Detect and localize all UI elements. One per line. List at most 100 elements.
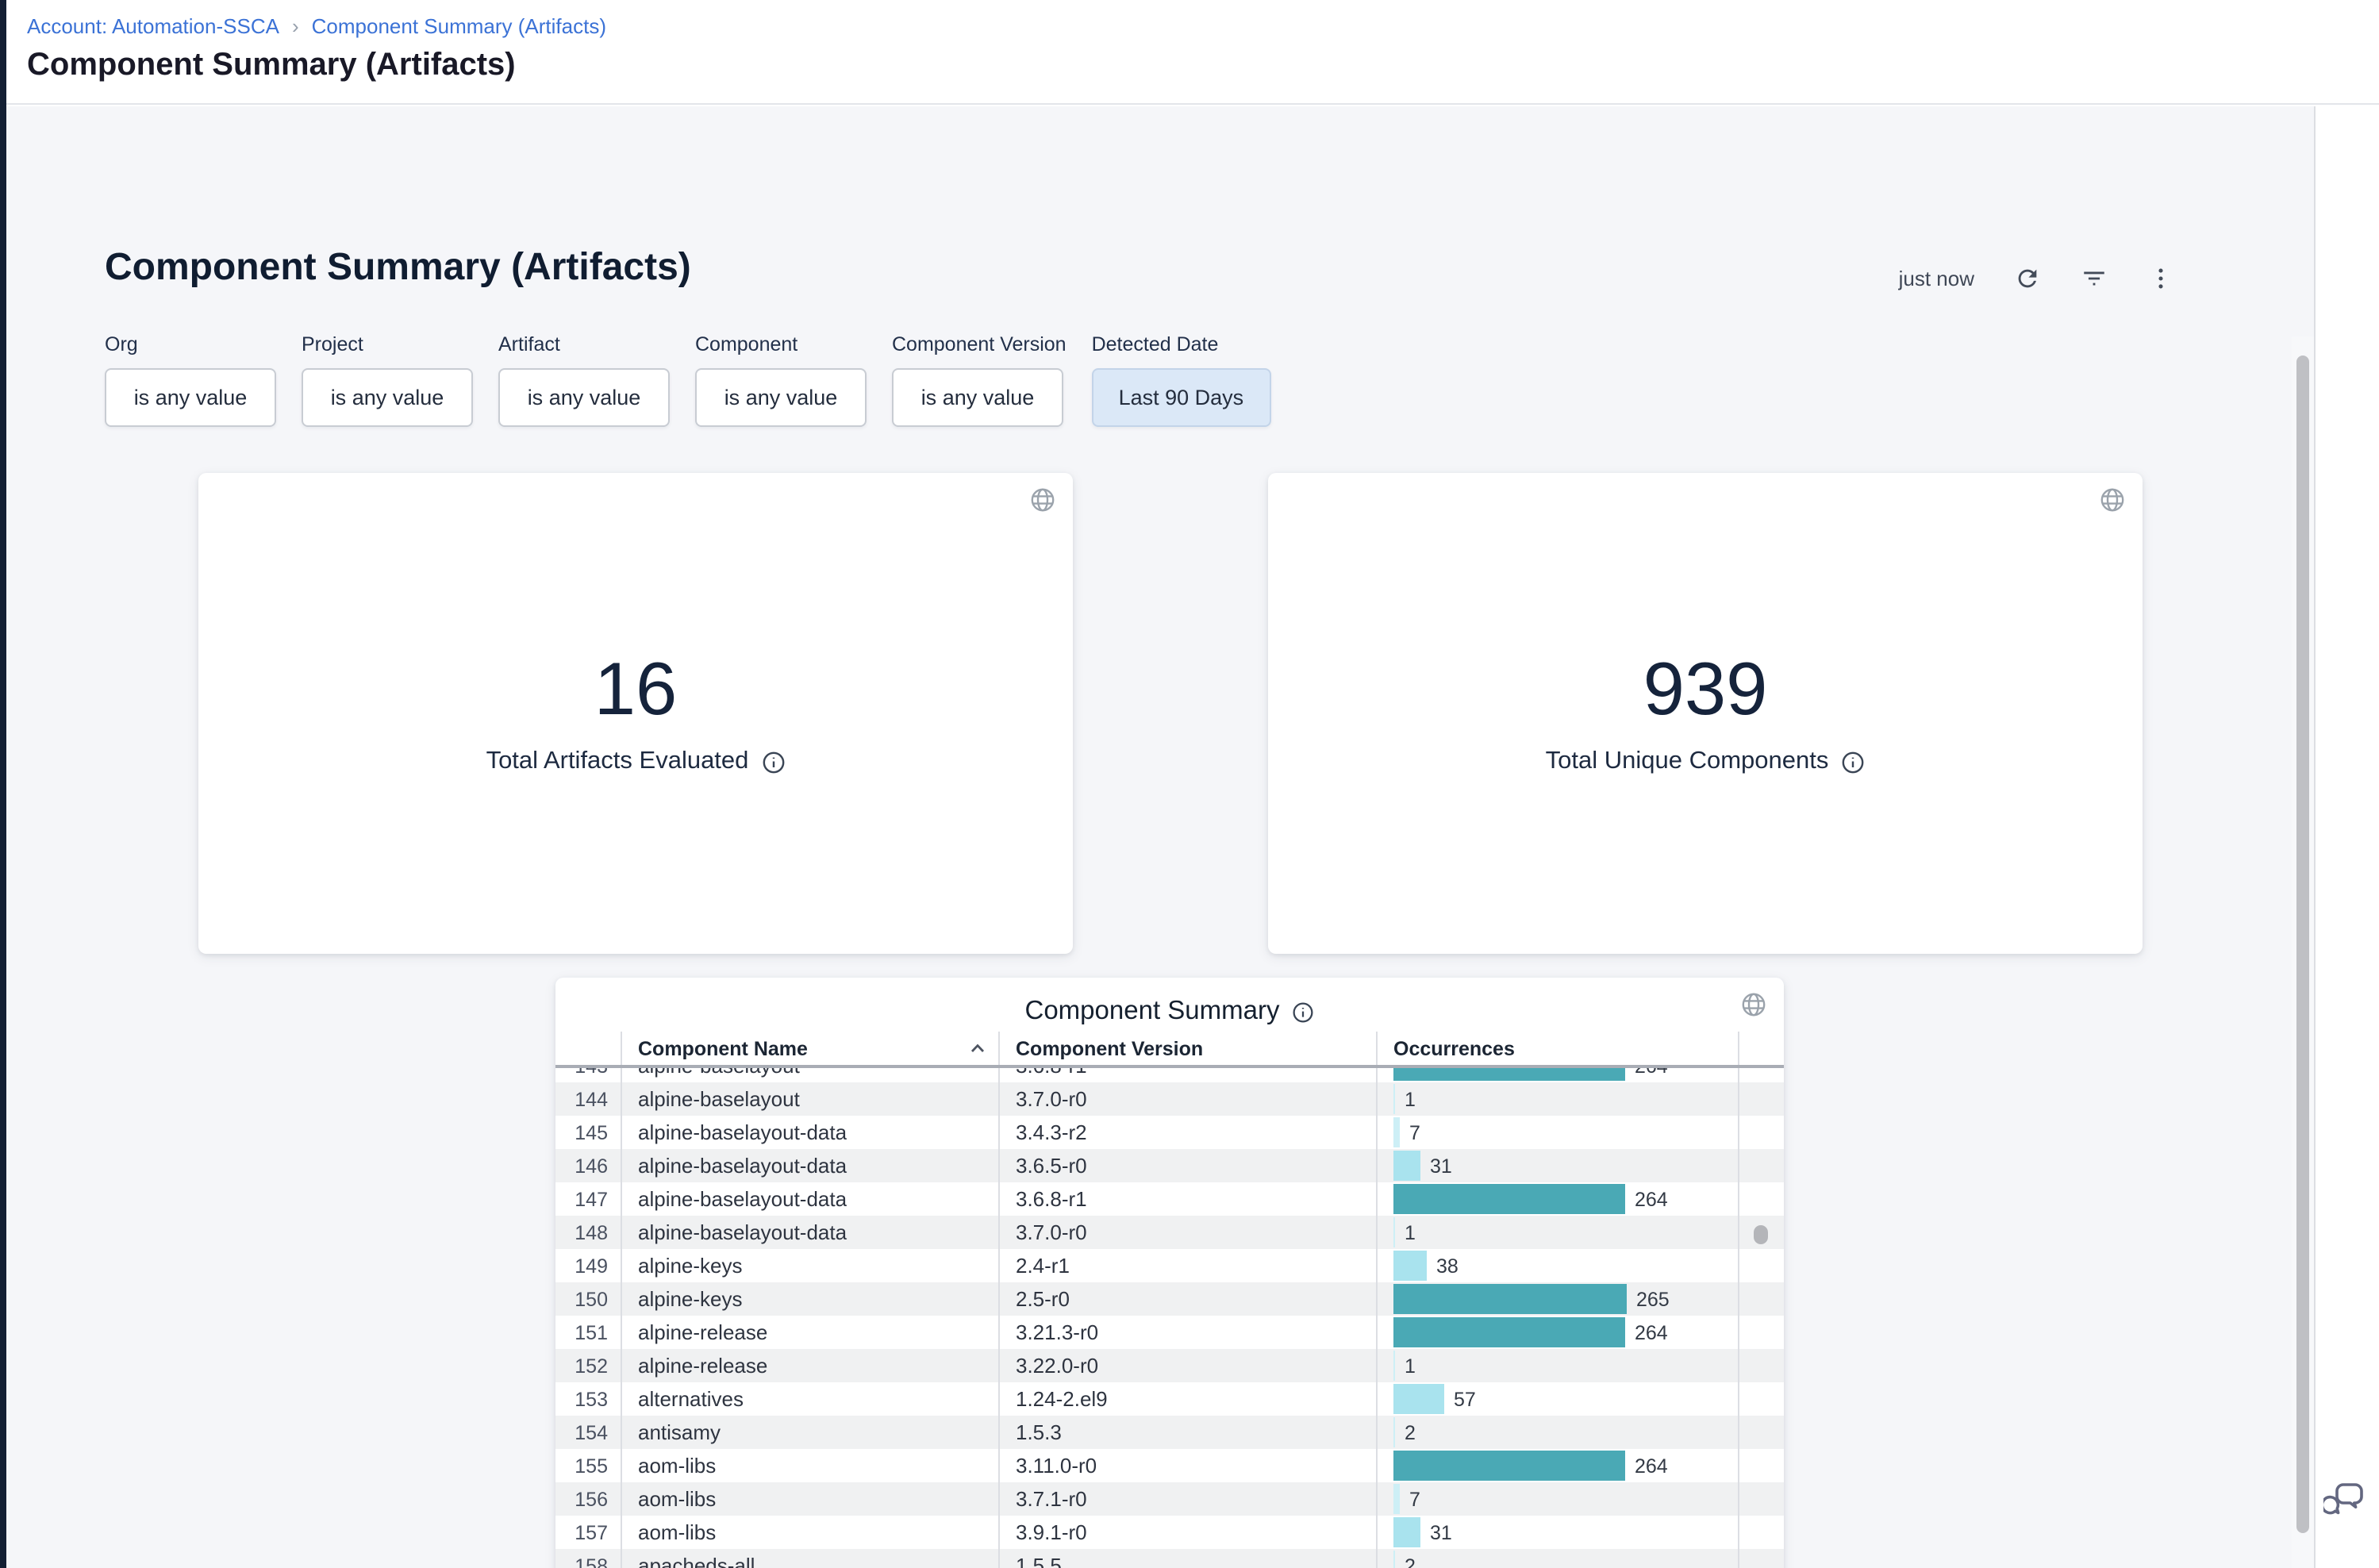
column-header-label: Occurrences (1393, 1037, 1515, 1059)
page-scrollbar-thumb[interactable] (2296, 355, 2309, 1533)
occurrences-cell: 7 (1378, 1482, 1739, 1516)
filter-artifact-button[interactable]: is any value (498, 368, 670, 427)
info-icon[interactable] (1292, 1001, 1314, 1023)
table-row: 143 alpine-baselayout 3.6.8-r1 264 (555, 1068, 1784, 1082)
occurrences-cell: 7 (1378, 1116, 1739, 1149)
dashboard-controls: just now (1899, 263, 2174, 292)
filter-project-button[interactable]: is any value (302, 368, 473, 427)
component-name-cell: aom-libs (622, 1516, 1000, 1549)
total-unique-components-tile: 939 Total Unique Components (1268, 473, 2143, 954)
row-index: 155 (555, 1449, 622, 1482)
occurrence-bar (1393, 1417, 1395, 1447)
occurrence-bar (1393, 1284, 1627, 1314)
row-index: 146 (555, 1149, 622, 1182)
sort-ascending-icon (970, 1043, 986, 1054)
scroll-gutter-cell (1739, 1449, 1784, 1482)
filter-component: Component is any value (695, 333, 867, 427)
occurrence-value: 264 (1635, 1068, 1668, 1077)
component-version-cell: 3.6.8-r1 (1000, 1068, 1378, 1082)
breadcrumb-account-link[interactable]: Account: Automation-SSCA (27, 14, 279, 38)
filter-label: Component (695, 333, 867, 355)
table-row: 155 aom-libs 3.11.0-r0 264 (555, 1449, 1784, 1482)
component-name-cell: alpine-release (622, 1349, 1000, 1382)
table-scrollbar-thumb[interactable] (1754, 1225, 1768, 1244)
table-title: Component Summary (555, 997, 1784, 1027)
component-version-cell: 3.22.0-r0 (1000, 1349, 1378, 1382)
component-name-cell: alpine-baselayout-data (622, 1149, 1000, 1182)
component-name-cell: antisamy (622, 1416, 1000, 1449)
column-header-occurrences[interactable]: Occurrences (1378, 1032, 1739, 1065)
component-name-cell: alpine-keys (622, 1249, 1000, 1282)
info-icon[interactable] (1841, 750, 1865, 774)
table-rows: 143 alpine-baselayout 3.6.8-r1 264 144 a… (555, 1068, 1784, 1568)
globe-icon[interactable] (2100, 487, 2125, 521)
occurrence-bar (1393, 1351, 1395, 1381)
component-name-cell: aom-libs (622, 1449, 1000, 1482)
component-version-cell: 1.5.3 (1000, 1416, 1378, 1449)
row-index: 148 (555, 1216, 622, 1249)
filter-bar: Org is any value Project is any value Ar… (105, 333, 1270, 427)
occurrences-cell: 1 (1378, 1349, 1739, 1382)
occurrences-cell: 38 (1378, 1249, 1739, 1282)
filter-icon[interactable] (2079, 263, 2108, 292)
filter-component-version-button[interactable]: is any value (892, 368, 1063, 427)
component-version-cell: 2.5-r0 (1000, 1282, 1378, 1316)
filter-component-button[interactable]: is any value (695, 368, 867, 427)
occurrence-value: 1 (1405, 1088, 1416, 1110)
row-index: 153 (555, 1382, 622, 1416)
scroll-gutter-cell (1739, 1516, 1784, 1549)
occurrence-value: 31 (1430, 1521, 1452, 1543)
occurrence-value: 265 (1636, 1288, 1670, 1310)
scroll-gutter-header (1739, 1032, 1784, 1065)
scroll-gutter-cell (1739, 1249, 1784, 1282)
column-header-label: Component Name (638, 1037, 808, 1059)
filter-project: Project is any value (302, 333, 473, 427)
row-index: 145 (555, 1116, 622, 1149)
column-header-component-version[interactable]: Component Version (1000, 1032, 1378, 1065)
table-row: 156 aom-libs 3.7.1-r0 7 (555, 1482, 1784, 1516)
occurrence-bar (1393, 1451, 1625, 1481)
component-name-cell: alpine-baselayout-data (622, 1182, 1000, 1216)
occurrence-value: 1 (1405, 1221, 1416, 1243)
row-index: 143 (555, 1068, 622, 1082)
component-version-cell: 3.11.0-r0 (1000, 1449, 1378, 1482)
dashboard-title: Component Summary (Artifacts) (105, 246, 691, 290)
component-version-cell: 3.6.8-r1 (1000, 1182, 1378, 1216)
support-chat-icon[interactable] (2323, 1479, 2366, 1527)
occurrences-cell: 1 (1378, 1216, 1739, 1249)
total-artifacts-label: Total Artifacts Evaluated (198, 747, 1073, 776)
breadcrumb-separator: › (292, 14, 299, 38)
total-artifacts-tile: 16 Total Artifacts Evaluated (198, 473, 1073, 954)
kebab-menu-icon[interactable] (2146, 263, 2174, 292)
row-index: 147 (555, 1182, 622, 1216)
column-header-component-name[interactable]: Component Name (622, 1032, 1000, 1065)
table-title-text: Component Summary (1025, 997, 1280, 1027)
table-body: 143 alpine-baselayout 3.6.8-r1 264 144 a… (555, 1068, 1784, 1568)
table-row: 157 aom-libs 3.9.1-r0 31 (555, 1516, 1784, 1549)
total-artifacts-value: 16 (198, 651, 1073, 725)
top-header: Account: Automation-SSCA › Component Sum… (6, 0, 2379, 105)
table-row: 151 alpine-release 3.21.3-r0 264 (555, 1316, 1784, 1349)
component-version-cell: 3.21.3-r0 (1000, 1316, 1378, 1349)
component-version-cell: 3.7.1-r0 (1000, 1482, 1378, 1516)
table-row: 149 alpine-keys 2.4-r1 38 (555, 1249, 1784, 1282)
scroll-gutter-cell (1739, 1082, 1784, 1116)
table-row: 147 alpine-baselayout-data 3.6.8-r1 264 (555, 1182, 1784, 1216)
table-header: Component Name Component Version Occurre… (555, 1032, 1784, 1068)
breadcrumb-dashboard-link[interactable]: Component Summary (Artifacts) (312, 14, 606, 38)
globe-icon[interactable] (1030, 487, 1055, 521)
row-index: 149 (555, 1249, 622, 1282)
filter-detected-date-button[interactable]: Last 90 Days (1092, 368, 1271, 427)
table-row: 144 alpine-baselayout 3.7.0-r0 1 (555, 1082, 1784, 1116)
refresh-icon[interactable] (2012, 263, 2041, 292)
scroll-gutter-cell (1739, 1149, 1784, 1182)
component-summary-table-card: Component Summary Component Name Compone… (555, 978, 1784, 1568)
filter-label: Project (302, 333, 473, 355)
scroll-gutter-cell (1739, 1482, 1784, 1516)
info-icon[interactable] (761, 750, 785, 774)
occurrence-bar (1393, 1484, 1400, 1514)
filter-org-button[interactable]: is any value (105, 368, 276, 427)
row-index: 154 (555, 1416, 622, 1449)
occurrences-cell: 1 (1378, 1082, 1739, 1116)
filter-component-version: Component Version is any value (892, 333, 1067, 427)
